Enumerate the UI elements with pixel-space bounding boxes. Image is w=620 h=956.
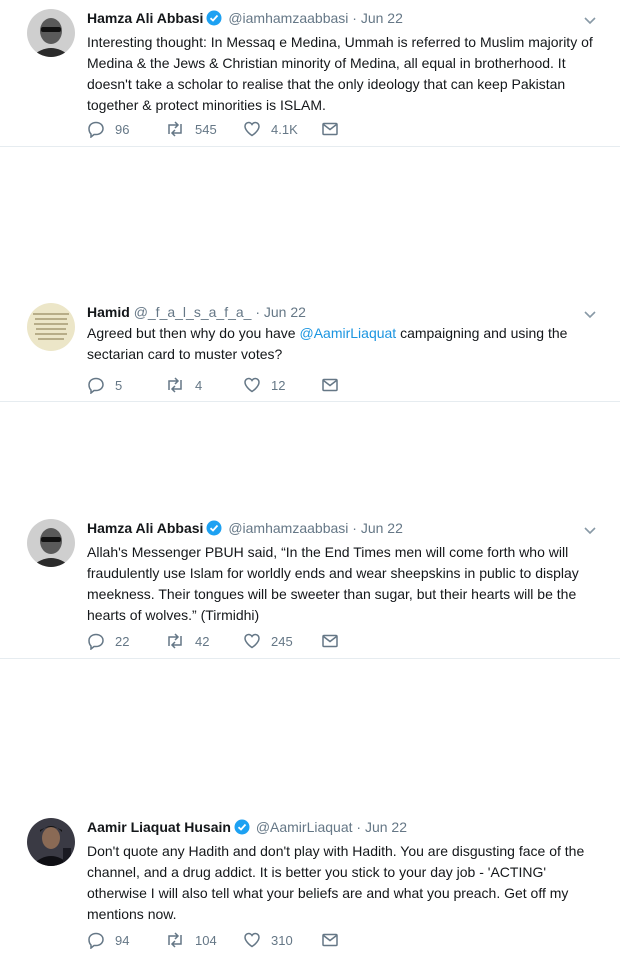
like-button[interactable]: 245 — [243, 632, 321, 650]
tweet-actions: 5 4 12 — [87, 376, 399, 394]
like-icon — [244, 121, 260, 137]
like-icon — [244, 633, 260, 649]
reply-count: 96 — [115, 121, 130, 137]
retweet-icon — [168, 633, 182, 649]
timestamp[interactable]: Jun 22 — [361, 10, 403, 26]
retweet-count: 104 — [195, 932, 217, 948]
tweet[interactable]: Hamza Ali Abbasi @iamhamzaabbasi · Jun 2… — [0, 0, 620, 147]
verified-badge-icon — [234, 819, 250, 839]
separator: · — [356, 819, 362, 835]
timestamp[interactable]: Jun 22 — [365, 819, 407, 835]
like-button[interactable]: 12 — [243, 376, 321, 394]
separator: · — [255, 304, 260, 320]
retweet-button[interactable]: 42 — [165, 632, 243, 650]
tweet-text: Don't quote any Hadith and don't play wi… — [87, 843, 585, 922]
mention-link[interactable]: @AamirLiaquat — [299, 325, 396, 341]
tweet-actions: 22 42 245 — [87, 632, 399, 650]
retweet-count: 545 — [195, 121, 217, 137]
direct-message-icon — [322, 122, 338, 136]
display-name[interactable]: Aamir Liaquat Husain — [87, 819, 231, 835]
reply-icon — [88, 121, 104, 138]
avatar[interactable] — [27, 303, 75, 351]
tweet-actions: 94 104 310 — [87, 931, 399, 949]
verified-badge-icon — [206, 10, 222, 30]
avatar[interactable] — [27, 9, 75, 57]
tweet[interactable]: Aamir Liaquat Husain @AamirLiaquat · Jun… — [0, 808, 620, 956]
direct-message-button[interactable] — [321, 376, 399, 394]
reply-button[interactable]: 5 — [87, 376, 165, 394]
direct-message-button[interactable] — [321, 632, 399, 650]
username[interactable]: @iamhamzaabbasi — [228, 10, 348, 26]
reply-button[interactable]: 94 — [87, 931, 165, 949]
like-count: 4.1K — [271, 121, 298, 137]
verified-badge-icon — [206, 520, 222, 540]
tweet-text: Allah's Messenger PBUH said, “In the End… — [87, 544, 579, 623]
reply-count: 22 — [115, 633, 130, 649]
tweet-header: Hamza Ali Abbasi @iamhamzaabbasi · Jun 2… — [87, 519, 600, 540]
tweet-text-part: Agreed but then why do you have — [87, 325, 300, 341]
retweet-button[interactable]: 104 — [165, 931, 243, 949]
reply-icon — [88, 633, 104, 650]
reply-button[interactable]: 22 — [87, 632, 165, 650]
like-count: 12 — [271, 377, 286, 393]
avatar[interactable] — [27, 519, 75, 567]
tweet-actions: 96 545 4.1K — [87, 120, 399, 138]
reply-count: 5 — [115, 377, 123, 393]
display-name[interactable]: Hamid — [87, 304, 130, 320]
like-icon — [244, 377, 260, 393]
separator: · — [352, 10, 357, 26]
direct-message-button[interactable] — [321, 931, 399, 949]
chevron-down-icon[interactable] — [582, 306, 598, 322]
retweet-count: 42 — [195, 633, 210, 649]
retweet-icon — [168, 121, 182, 137]
tweet[interactable]: Hamid @_f_a_l_s_a_f_a_ · Jun 22 Agreed b… — [0, 294, 620, 402]
chevron-down-icon[interactable] — [582, 12, 598, 28]
separator: · — [352, 520, 357, 536]
username[interactable]: @_f_a_l_s_a_f_a_ — [134, 304, 252, 320]
username[interactable]: @AamirLiaquat — [256, 819, 353, 835]
tweet-text: Agreed but then why do you have @AamirLi… — [87, 323, 600, 365]
retweet-button[interactable]: 4 — [165, 376, 243, 394]
reply-icon — [88, 932, 104, 949]
username[interactable]: @iamhamzaabbasi — [228, 520, 348, 536]
direct-message-icon — [322, 378, 338, 392]
direct-message-button[interactable] — [321, 120, 399, 138]
direct-message-icon — [322, 933, 338, 947]
timestamp[interactable]: Jun 22 — [264, 304, 306, 320]
retweet-button[interactable]: 545 — [165, 120, 243, 138]
timestamp[interactable]: Jun 22 — [361, 520, 403, 536]
reply-button[interactable]: 96 — [87, 120, 165, 138]
tweet-header: Hamza Ali Abbasi @iamhamzaabbasi · Jun 2… — [87, 9, 600, 30]
retweet-icon — [168, 377, 182, 393]
like-icon — [244, 932, 260, 948]
chevron-down-icon[interactable] — [582, 522, 598, 538]
reply-icon — [88, 377, 104, 394]
like-count: 245 — [271, 633, 293, 649]
avatar[interactable] — [27, 818, 75, 866]
reply-count: 94 — [115, 932, 130, 948]
tweet[interactable]: Hamza Ali Abbasi @iamhamzaabbasi · Jun 2… — [0, 510, 620, 659]
tweet-header: Hamid @_f_a_l_s_a_f_a_ · Jun 22 — [87, 303, 600, 321]
tweet-header: Aamir Liaquat Husain @AamirLiaquat · Jun… — [87, 818, 600, 839]
like-count: 310 — [271, 932, 293, 948]
display-name[interactable]: Hamza Ali Abbasi — [87, 520, 203, 536]
retweet-icon — [168, 932, 182, 948]
tweet-text: Interesting thought: In Messaq e Medina,… — [87, 34, 593, 113]
direct-message-icon — [322, 634, 338, 648]
like-button[interactable]: 310 — [243, 931, 321, 949]
like-button[interactable]: 4.1K — [243, 120, 321, 138]
retweet-count: 4 — [195, 377, 203, 393]
display-name[interactable]: Hamza Ali Abbasi — [87, 10, 203, 26]
